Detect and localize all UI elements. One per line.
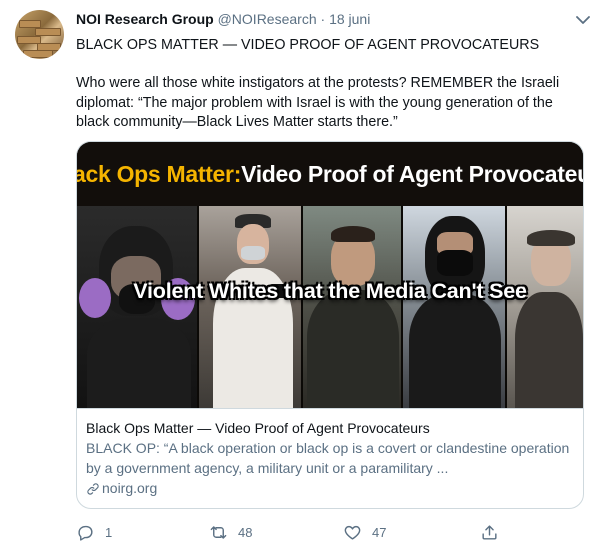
card-title: Black Ops Matter — Video Proof of Agent … — [86, 420, 430, 436]
card-description: BLACK OP: “A black operation or black op… — [86, 440, 570, 476]
tweet-header: NOI Research Group @NOIResearch · 18 jun… — [76, 11, 586, 31]
reply-button[interactable]: 1 — [76, 520, 112, 544]
caret-down-icon[interactable] — [576, 12, 590, 24]
separator-dot: · — [320, 11, 326, 27]
reply-icon — [78, 525, 93, 541]
card-image-title-yellow: ack Ops Matter: — [77, 160, 242, 187]
photo-panel — [303, 206, 403, 408]
retweet-icon — [210, 525, 227, 539]
card-image[interactable]: ack Ops Matter: Video Proof of Agent Pro… — [77, 142, 583, 408]
tweet-text: BLACK OPS MATTER — VIDEO PROOF OF AGENT … — [76, 36, 588, 132]
share-icon — [482, 524, 497, 540]
card-domain: noirg.org — [86, 479, 574, 498]
like-button[interactable]: 47 — [343, 520, 386, 544]
photo-panel — [199, 206, 303, 408]
card-image-photos — [77, 206, 583, 408]
link-card[interactable]: ack Ops Matter: Video Proof of Agent Pro… — [76, 141, 584, 509]
card-domain-text: noirg.org — [102, 480, 158, 496]
tweet-headline: BLACK OPS MATTER — VIDEO PROOF OF AGENT … — [76, 37, 540, 53]
card-meta[interactable]: Black Ops Matter — Video Proof of Agent … — [77, 408, 583, 508]
retweet-count: 48 — [238, 524, 253, 540]
share-button[interactable] — [480, 520, 499, 544]
card-image-overlay-text: Violent Whites that the Media Can't See — [133, 279, 527, 303]
card-image-title-white: Video Proof of Agent Provocateur — [241, 160, 583, 187]
retweet-button[interactable]: 48 — [209, 520, 252, 544]
photo-panel — [403, 206, 507, 408]
author-name[interactable]: NOI Research Group — [76, 11, 214, 27]
link-icon — [87, 482, 99, 495]
tweet: NOI Research Group @NOIResearch · 18 jun… — [0, 0, 598, 551]
photo-panel — [507, 206, 583, 408]
card-image-title: ack Ops Matter: Video Proof of Agent Pro… — [77, 142, 583, 206]
reply-count: 1 — [105, 524, 113, 540]
tweet-body: Who were all those white instigators at … — [76, 75, 560, 130]
avatar[interactable] — [15, 10, 64, 59]
photo-panel — [77, 206, 199, 408]
tweet-actions: 1 48 47 — [76, 520, 588, 544]
like-count: 47 — [372, 524, 387, 540]
like-icon — [344, 525, 361, 540]
tweet-date[interactable]: 18 juni — [329, 11, 370, 27]
author-handle[interactable]: @NOIResearch — [218, 11, 317, 27]
